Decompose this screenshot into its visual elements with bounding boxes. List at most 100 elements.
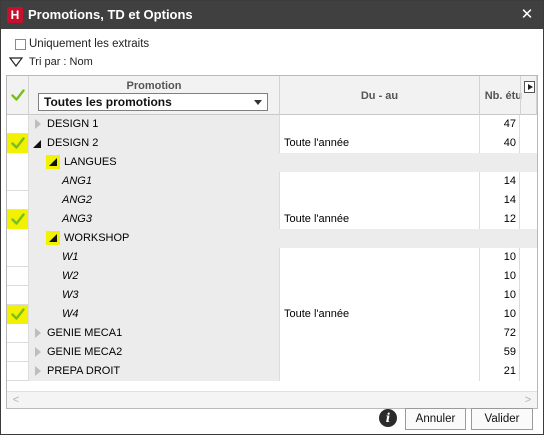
row-select-cell[interactable] — [7, 343, 29, 362]
filler-cell — [520, 362, 537, 381]
promotion-cell[interactable]: ANG1 — [29, 172, 280, 191]
collapse-arrow-icon[interactable] — [46, 155, 60, 169]
promotion-name: ANG2 — [62, 194, 92, 206]
row-select-cell[interactable] — [7, 172, 29, 191]
row-select-cell[interactable] — [7, 248, 29, 267]
promotion-cell[interactable]: W4 — [29, 305, 280, 324]
promotion-name: GENIE MECA2 — [47, 346, 123, 358]
table-group-row[interactable]: WORKSHOP — [7, 229, 537, 248]
window-title: Promotions, TD et Options — [28, 7, 193, 22]
info-icon[interactable]: i — [379, 409, 397, 427]
promotion-cell[interactable]: DESIGN 2 — [29, 134, 280, 153]
table-row[interactable]: GENIE MECA1 72 — [7, 324, 537, 343]
app-logo: H — [7, 7, 23, 23]
row-select-cell[interactable] — [7, 267, 29, 286]
filler-cell — [520, 343, 537, 362]
column-header-promotion[interactable]: Promotion Toutes les promotions — [29, 76, 280, 115]
table-row[interactable]: W4 Toute l'année 10 — [7, 305, 537, 324]
column-title-count: Nb. étu — [484, 90, 522, 102]
student-count-cell: 10 — [480, 267, 520, 286]
promotion-cell[interactable]: W2 — [29, 267, 280, 286]
row-select-cell[interactable] — [7, 134, 29, 153]
column-header-count[interactable]: Nb. étu — [480, 76, 522, 115]
sort-triangle-icon[interactable] — [9, 56, 23, 68]
student-count-cell: 47 — [480, 115, 520, 134]
promotion-cell[interactable]: LANGUES — [29, 153, 537, 172]
table-group-row[interactable]: LANGUES — [7, 153, 537, 172]
dates-cell — [280, 343, 480, 362]
triangle-icon — [49, 234, 57, 242]
promotion-name: PREPA DROIT — [47, 365, 121, 377]
student-count-cell: 10 — [480, 286, 520, 305]
filler-cell — [520, 191, 537, 210]
table-row[interactable]: DESIGN 2 Toute l'année 40 — [7, 134, 537, 153]
promotion-filter-select[interactable]: Toutes les promotions — [38, 93, 268, 111]
row-select-cell[interactable] — [7, 229, 29, 248]
table-row[interactable]: GENIE MECA2 59 — [7, 343, 537, 362]
promotion-cell[interactable]: GENIE MECA2 — [29, 343, 280, 362]
column-chooser[interactable] — [520, 76, 537, 115]
table-row[interactable]: ANG1 14 — [7, 172, 537, 191]
dates-cell — [280, 172, 480, 191]
only-extracts-checkbox[interactable] — [15, 38, 26, 50]
column-header-dates[interactable]: Du - au — [280, 76, 480, 115]
row-select-cell[interactable] — [7, 191, 29, 210]
dates-cell — [280, 362, 480, 381]
collapse-arrow-icon[interactable] — [46, 231, 60, 245]
table-row[interactable]: W1 10 — [7, 248, 537, 267]
sort-control[interactable]: Tri par : Nom — [9, 55, 93, 69]
scroll-left-icon[interactable]: < — [11, 395, 21, 406]
collapse-arrow-icon[interactable] — [33, 140, 41, 148]
table-row[interactable]: ANG2 14 — [7, 191, 537, 210]
table-row[interactable]: DESIGN 1 47 — [7, 115, 537, 134]
table-row[interactable]: W2 10 — [7, 267, 537, 286]
promotion-cell[interactable]: W3 — [29, 286, 280, 305]
expand-arrow-icon[interactable] — [35, 347, 41, 357]
row-select-cell[interactable] — [7, 153, 29, 172]
scroll-right-icon[interactable]: > — [523, 395, 533, 406]
promotion-name: DESIGN 2 — [47, 137, 99, 149]
filler-cell — [520, 305, 537, 324]
row-select-cell[interactable] — [7, 286, 29, 305]
promotion-cell[interactable]: ANG2 — [29, 191, 280, 210]
promotion-filter-value: Toutes les promotions — [44, 95, 172, 109]
dates-cell — [280, 248, 480, 267]
close-icon[interactable]: ✕ — [519, 6, 535, 24]
promotion-cell[interactable]: GENIE MECA1 — [29, 324, 280, 343]
column-chooser-icon[interactable] — [524, 81, 535, 93]
validate-button[interactable]: Valider — [471, 408, 533, 430]
row-select-cell[interactable] — [7, 324, 29, 343]
checkmark-icon[interactable] — [11, 136, 25, 150]
dates-cell — [280, 324, 480, 343]
expand-arrow-icon[interactable] — [35, 119, 41, 129]
checkmark-icon[interactable] — [11, 212, 25, 226]
promotion-cell[interactable]: WORKSHOP — [29, 229, 537, 248]
header-select-all[interactable] — [7, 76, 29, 115]
promotion-cell[interactable]: ANG3 — [29, 210, 280, 229]
promotion-name: ANG1 — [62, 175, 92, 187]
promotion-name: W1 — [62, 251, 79, 263]
row-select-cell[interactable] — [7, 362, 29, 381]
table-row[interactable]: PREPA DROIT 21 — [7, 362, 537, 381]
row-select-cell[interactable] — [7, 210, 29, 229]
dates-cell: Toute l'année — [280, 134, 480, 153]
promotion-cell[interactable]: W1 — [29, 248, 280, 267]
table-row[interactable]: W3 10 — [7, 286, 537, 305]
expand-arrow-icon[interactable] — [35, 328, 41, 338]
row-select-cell[interactable] — [7, 115, 29, 134]
expand-arrow-icon[interactable] — [35, 366, 41, 376]
cancel-button[interactable]: Annuler — [405, 408, 466, 430]
promotion-cell[interactable]: DESIGN 1 — [29, 115, 280, 134]
checkmark-icon[interactable] — [11, 88, 25, 102]
dates-cell: Toute l'année — [280, 210, 480, 229]
dates-cell: Toute l'année — [280, 305, 480, 324]
checkmark-icon[interactable] — [11, 307, 25, 321]
filler-cell — [520, 134, 537, 153]
chevron-down-icon — [254, 100, 262, 105]
row-select-cell[interactable] — [7, 305, 29, 324]
only-extracts-filter[interactable]: Uniquement les extraits — [15, 37, 149, 51]
promotion-cell[interactable]: PREPA DROIT — [29, 362, 280, 381]
column-title-promotion: Promotion — [126, 80, 182, 92]
table-row[interactable]: ANG3 Toute l'année 12 — [7, 210, 537, 229]
filler-cell — [520, 324, 537, 343]
